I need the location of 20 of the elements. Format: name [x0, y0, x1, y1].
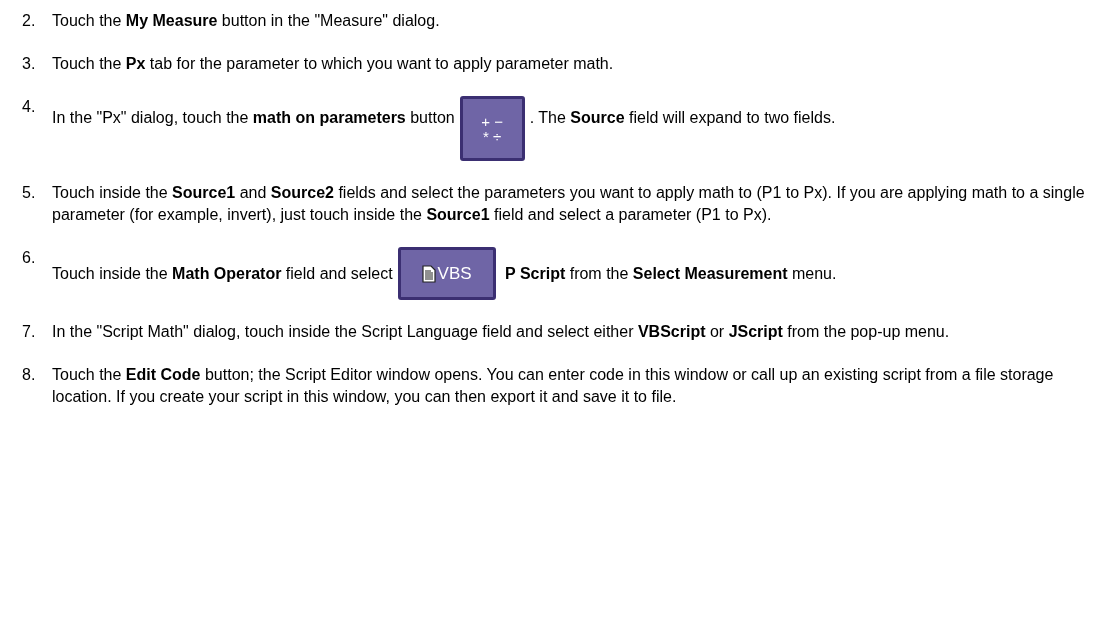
operator-glyphs: * ÷	[483, 128, 502, 144]
step-number: 5.	[21, 183, 37, 203]
vbs-label: VBS	[437, 262, 472, 285]
step-text: In the "Script Math" dialog, touch inside the Script Language field and select either VBScript or JScript from the pop-up menu.	[52, 323, 950, 340]
step-number: 3.	[21, 54, 37, 74]
step-text: Touch the Edit Code button; the Script Editor window opens. You can enter code in this window or call up an existing script from a file storage location. If you create your script in this window, you can then export it and save it to file.	[52, 366, 1054, 405]
step-text: . The Source field will expand to two fields.	[529, 108, 836, 126]
step-number: 4.	[21, 97, 37, 117]
step-number: 2.	[21, 11, 37, 31]
operator-glyphs: + −	[481, 113, 504, 129]
document-icon	[421, 264, 436, 283]
step-number: 7.	[21, 322, 37, 342]
step-text: Touch inside the Math Operator field and select	[52, 264, 393, 282]
step-text: In the "Px" dialog, touch the math on parameters button	[52, 108, 455, 126]
step-number: 6.	[21, 248, 37, 268]
step-number: 8.	[21, 365, 37, 385]
step-text: P Script from the Select Measurement menu.	[505, 264, 837, 282]
step-text: Touch inside the Source1 and Source2 fields and select the parameters you want to apply math to (P1 to Px). If you are applying math to a single parameter (for example, invert), just touch inside the Source1 field and select a parameter (P1 to Px).	[52, 184, 1085, 223]
step-text: Touch the Px tab for the parameter to which you want to apply parameter math.	[52, 55, 614, 72]
step-text: Touch the My Measure button in the "Measure" dialog.	[52, 12, 440, 29]
